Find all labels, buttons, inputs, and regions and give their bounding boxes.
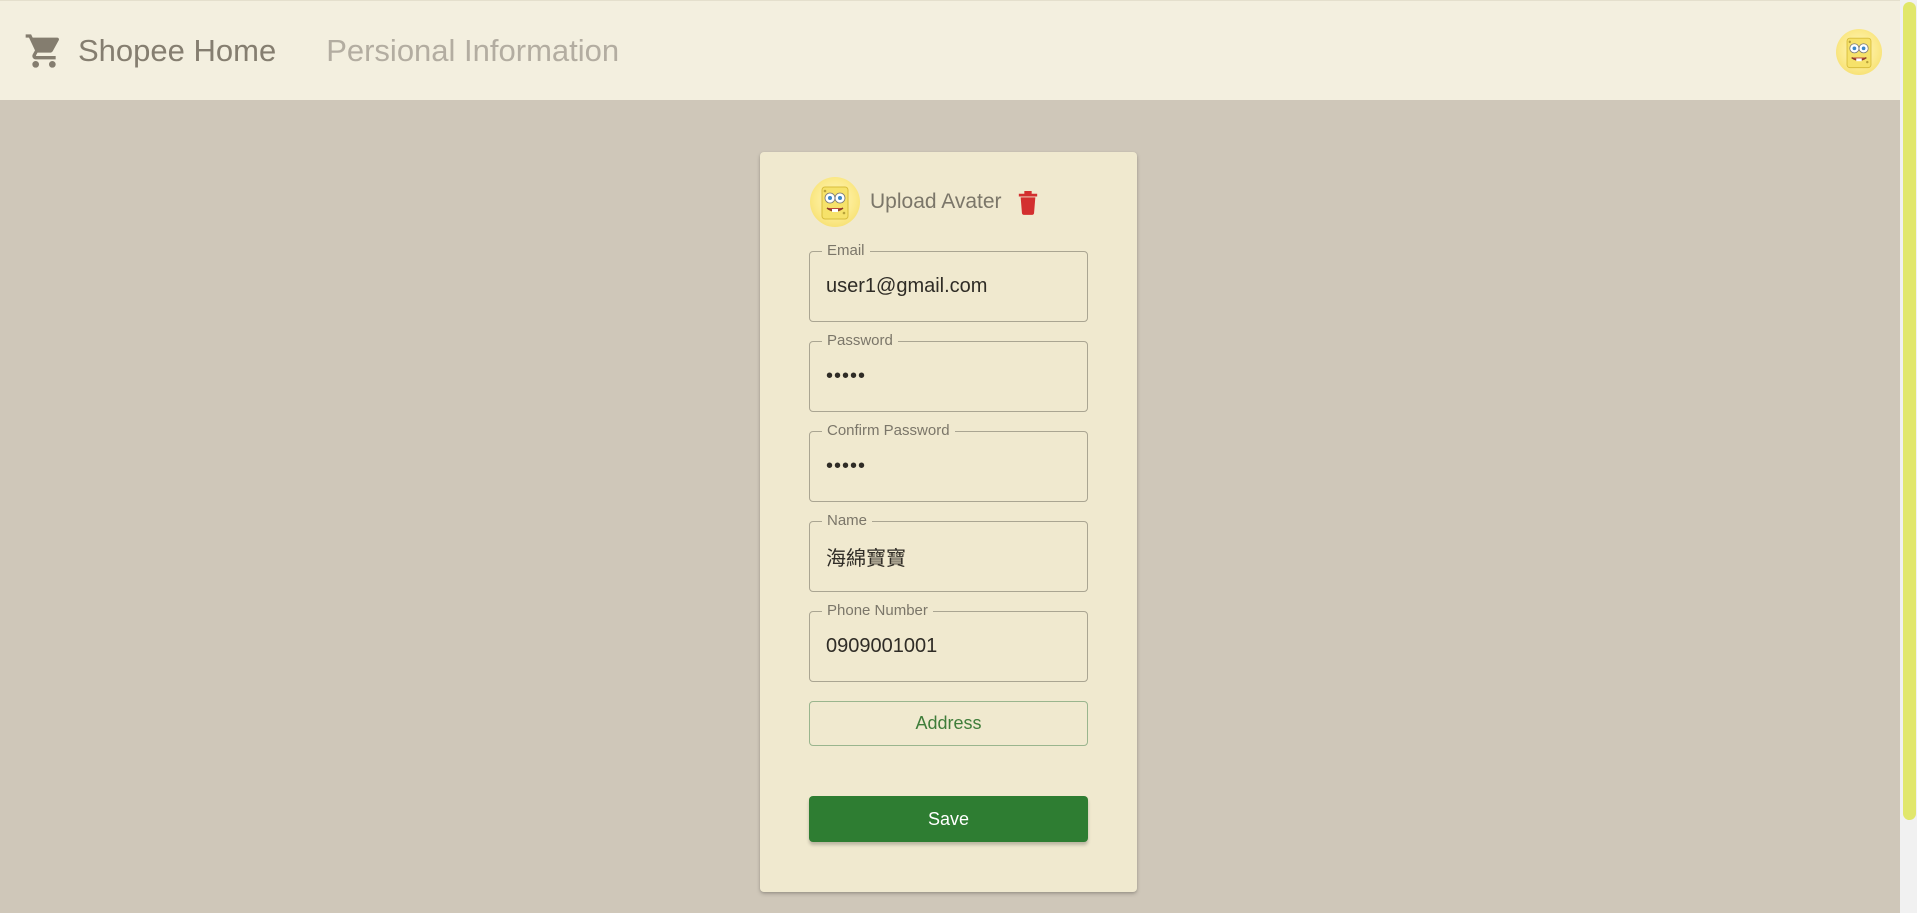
email-field: Email	[809, 242, 1088, 322]
save-button[interactable]: Save	[809, 796, 1088, 842]
address-button[interactable]: Address	[809, 701, 1088, 746]
email-input[interactable]	[826, 252, 1075, 321]
page-scrollbar[interactable]	[1900, 0, 1917, 913]
name-input[interactable]	[826, 522, 1075, 591]
trash-icon[interactable]	[1017, 189, 1039, 215]
confirm-password-input[interactable]	[826, 432, 1075, 501]
password-field: Password	[809, 332, 1088, 412]
confirm-password-field: Confirm Password	[809, 422, 1088, 502]
brand-label: Shopee Home	[78, 32, 277, 68]
password-input[interactable]	[826, 342, 1075, 411]
personal-information-link[interactable]: Persional Information	[326, 33, 619, 69]
phone-number-field: Phone Number	[809, 602, 1088, 682]
app-bar: Shopee Home Persional Information	[0, 0, 1900, 100]
shopping-cart-icon	[24, 31, 64, 71]
home-link[interactable]: Shopee Home	[24, 31, 276, 71]
upload-avatar-button[interactable]: Upload Avater	[870, 190, 1002, 214]
profile-card: Upload Avater Email Password Confirm Pas…	[760, 152, 1137, 892]
name-field: Name	[809, 512, 1088, 592]
user-avatar-icon[interactable]	[1836, 29, 1882, 75]
profile-avatar-icon[interactable]	[810, 177, 860, 227]
scrollbar-thumb[interactable]	[1903, 2, 1916, 820]
avatar-upload-row: Upload Avater	[810, 176, 1039, 228]
phone-number-input[interactable]	[826, 612, 1075, 681]
